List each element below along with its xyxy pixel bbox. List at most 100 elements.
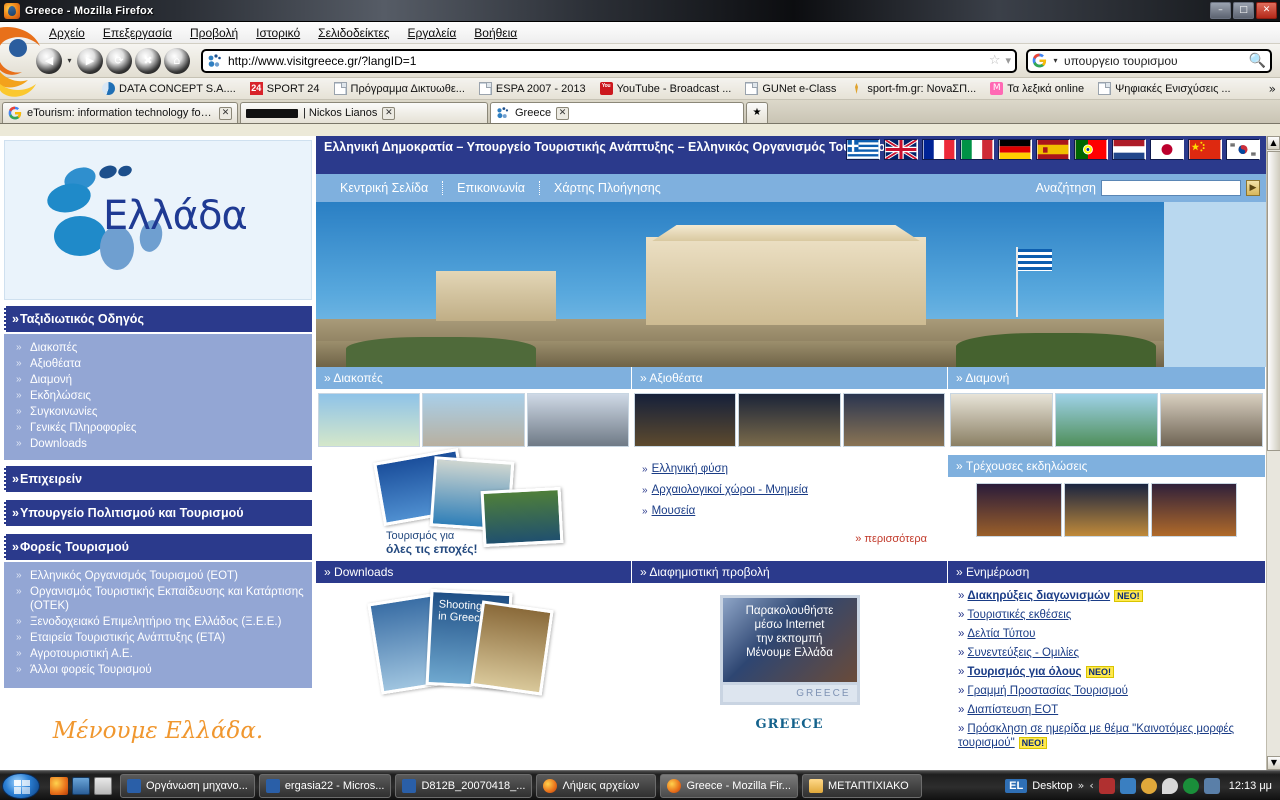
- news-link-eot-accreditation[interactable]: Διαπίστευση ΕΟΤ: [967, 704, 1058, 716]
- sidebar-item-otek[interactable]: » Οργανισμός Τουριστικής Εκπαίδευσης και …: [4, 584, 312, 614]
- spain-flag[interactable]: [1036, 139, 1070, 160]
- thumbnail-people[interactable]: [526, 393, 629, 447]
- sidebar-item-agrotouristiki[interactable]: » Αγροτουριστική Α.Ε.: [4, 646, 312, 662]
- sidebar-section-ministry[interactable]: » Υπουργείο Πολιτισμού και Τουρισμού: [4, 500, 312, 526]
- antivirus-icon[interactable]: [1182, 777, 1199, 794]
- link-row[interactable]: » Αρχαιολογικοί χώροι - Μνημεία: [642, 480, 939, 498]
- bookmark-item[interactable]: Μ Τα λεξικά online: [984, 81, 1090, 96]
- section-heading-downloads[interactable]: » Downloads: [316, 561, 632, 583]
- language-indicator[interactable]: EL: [1005, 778, 1028, 793]
- vertical-scrollbar[interactable]: ▲ ▼: [1266, 136, 1280, 770]
- more-link[interactable]: » περισσότερα: [642, 533, 939, 545]
- reload-button[interactable]: ⟳: [106, 47, 132, 74]
- sidebar-section-travel-guide[interactable]: » Ταξιδιωτικός Οδηγός: [4, 306, 312, 332]
- news-item[interactable]: » Γραμμή Προστασίας Τουρισμού: [958, 684, 1257, 698]
- thumbnail-ruins[interactable]: [842, 393, 945, 447]
- scroll-up-arrow[interactable]: ▲: [1267, 136, 1280, 150]
- link-row[interactable]: » Μουσεία: [642, 501, 939, 519]
- link-elliniki-fysi[interactable]: Ελληνική φύση: [652, 463, 728, 475]
- site-search-input[interactable]: [1101, 180, 1241, 196]
- minimize-button[interactable]: –: [1210, 2, 1231, 19]
- taskbar-item-d812b[interactable]: D812B_20070418_...: [395, 773, 533, 798]
- site-search-button[interactable]: ▶: [1246, 180, 1260, 196]
- italy-flag[interactable]: [960, 139, 994, 160]
- thumbnail-odeon[interactable]: [738, 393, 841, 447]
- news-item[interactable]: » Συνεντεύξεις - Ομιλίες: [958, 646, 1257, 660]
- bookmark-item[interactable]: DATA CONCEPT S.A....: [96, 81, 242, 96]
- news-link-press-releases[interactable]: Δελτία Τύπου: [967, 628, 1035, 640]
- section-heading-diamoni[interactable]: » Διαμονή: [948, 367, 1266, 389]
- search-input[interactable]: υπουργειο τουρισμου: [1064, 54, 1245, 68]
- url-dropdown-icon[interactable]: ▾: [1005, 54, 1011, 67]
- home-button[interactable]: ⌂: [164, 47, 190, 74]
- sidebar-item-diakopes[interactable]: » Διακοπές: [4, 340, 312, 356]
- thumbnail-pool[interactable]: [1055, 393, 1158, 447]
- news-link-interviews[interactable]: Συνεντεύξεις - Ομιλίες: [967, 647, 1079, 659]
- bookmark-item[interactable]: 24 SPORT 24: [244, 81, 326, 96]
- section-heading-current-events[interactable]: » Τρέχουσες εκδηλώσεις: [948, 455, 1265, 477]
- back-button[interactable]: ◀: [36, 47, 62, 74]
- maximize-button[interactable]: □: [1233, 2, 1254, 19]
- greece-flag[interactable]: [846, 139, 880, 160]
- news-item[interactable]: » Δελτία Τύπου: [958, 627, 1257, 641]
- desktop-toolbar-chevron-icon[interactable]: »: [1078, 779, 1085, 792]
- sidebar-item-diamoni[interactable]: » Διαμονή: [4, 372, 312, 388]
- sidebar-item-xee[interactable]: » Ξενοδοχειακό Επιμελητήριο της Ελλάδος (…: [4, 614, 312, 630]
- messenger-icon[interactable]: [1161, 777, 1178, 794]
- section-heading-news[interactable]: » Ενημέρωση: [948, 561, 1266, 583]
- link-museums[interactable]: Μουσεία: [652, 505, 696, 517]
- brochure-greece[interactable]: [470, 600, 554, 696]
- desktop-toolbar-label[interactable]: Desktop: [1032, 780, 1072, 792]
- start-button[interactable]: [2, 772, 40, 799]
- sidebar-section-tourism-bodies[interactable]: » Φορείς Τουρισμού: [4, 534, 312, 560]
- url-bar[interactable]: http://www.visitgreece.gr/?langID=1 ☆ ▾: [201, 48, 1017, 73]
- news-item[interactable]: » Τουριστικές εκθέσεις: [958, 608, 1257, 622]
- news-link-tenders[interactable]: Διακηρύξεις διαγωνισμών: [967, 590, 1110, 602]
- sidebar-item-other-bodies[interactable]: » Άλλοι φορείς Τουρισμού: [4, 662, 312, 678]
- forward-button[interactable]: ▶: [77, 47, 103, 74]
- search-bar[interactable]: ▾ υπουργειο τουρισμου 🔍: [1026, 48, 1272, 73]
- menu-item-file[interactable]: Αρχείο: [40, 24, 94, 42]
- topnav-item-sitemap[interactable]: Χάρτης Πλοήγησης: [540, 181, 675, 195]
- firefox-quicklaunch-icon[interactable]: [50, 776, 68, 795]
- update-icon[interactable]: [1140, 777, 1157, 794]
- close-button[interactable]: ✕: [1256, 2, 1277, 19]
- japan-flag[interactable]: [1150, 139, 1184, 160]
- sidebar-item-axiotheata[interactable]: » Αξιοθέατα: [4, 356, 312, 372]
- news-item[interactable]: » Διαπίστευση ΕΟΤ: [958, 703, 1257, 717]
- section-heading-diakopes[interactable]: » Διακοπές: [316, 367, 632, 389]
- tab-etourism[interactable]: eTourism: information technology for ...…: [2, 102, 238, 123]
- link-row[interactable]: » Ελληνική φύση: [642, 459, 939, 477]
- tab-close-icon[interactable]: ✕: [219, 106, 232, 120]
- thumbnail-hotel-exterior[interactable]: [950, 393, 1053, 447]
- menu-item-history[interactable]: Ιστορικό: [247, 24, 309, 42]
- netherlands-flag[interactable]: [1112, 139, 1146, 160]
- bookmark-item[interactable]: Ψηφιακές Ενισχύσεις ...: [1092, 81, 1237, 96]
- china-flag[interactable]: [1188, 139, 1222, 160]
- news-item[interactable]: » Διακηρύξεις διαγωνισμών ΝΕΟ!: [958, 589, 1257, 603]
- search-engine-dropdown-icon[interactable]: ▾: [1051, 56, 1060, 65]
- scrollbar-thumb[interactable]: [1267, 151, 1280, 451]
- sidebar-section-business[interactable]: » Επιχειρείν: [4, 466, 312, 492]
- taskbar-item-downloads[interactable]: Λήψεις αρχείων: [536, 773, 657, 798]
- thumbnail-resort[interactable]: [1160, 393, 1263, 447]
- back-dropdown-icon[interactable]: ▾: [65, 56, 74, 65]
- link-archaeological-sites[interactable]: Αρχαιολογικοί χώροι - Μνημεία: [652, 484, 808, 496]
- tab-close-icon[interactable]: ✕: [556, 106, 570, 120]
- stop-button[interactable]: ✖: [135, 47, 161, 74]
- germany-flag[interactable]: [998, 139, 1032, 160]
- tourism-collage[interactable]: Τουρισμός για όλες τις εποχές!: [316, 448, 631, 561]
- volume-muted-icon[interactable]: [1098, 777, 1115, 794]
- tray-collapse-icon[interactable]: ‹: [1089, 779, 1093, 792]
- news-link-tourism-for-all[interactable]: Τουρισμός για όλους: [967, 666, 1081, 678]
- bookmark-star-icon[interactable]: ☆: [989, 53, 1001, 68]
- bookmarks-overflow-icon[interactable]: »: [1269, 82, 1276, 96]
- bookmark-item[interactable]: Πρόγραμμα Δικτυωθε...: [328, 81, 471, 96]
- taskbar-item-metaptixiako[interactable]: ΜΕΤΑΠΤΙΧΙΑΚΟ: [801, 773, 922, 798]
- taskbar-item-ergasia22[interactable]: ergasia22 - Micros...: [258, 773, 392, 798]
- menu-item-edit[interactable]: Επεξεργασία: [94, 24, 181, 42]
- sidebar-item-downloads[interactable]: » Downloads: [4, 436, 312, 452]
- news-item[interactable]: » Τουρισμός για όλους ΝΕΟ!: [958, 665, 1257, 679]
- topnav-item-home[interactable]: Κεντρική Σελίδα: [326, 181, 444, 195]
- menu-item-view[interactable]: Προβολή: [181, 24, 247, 42]
